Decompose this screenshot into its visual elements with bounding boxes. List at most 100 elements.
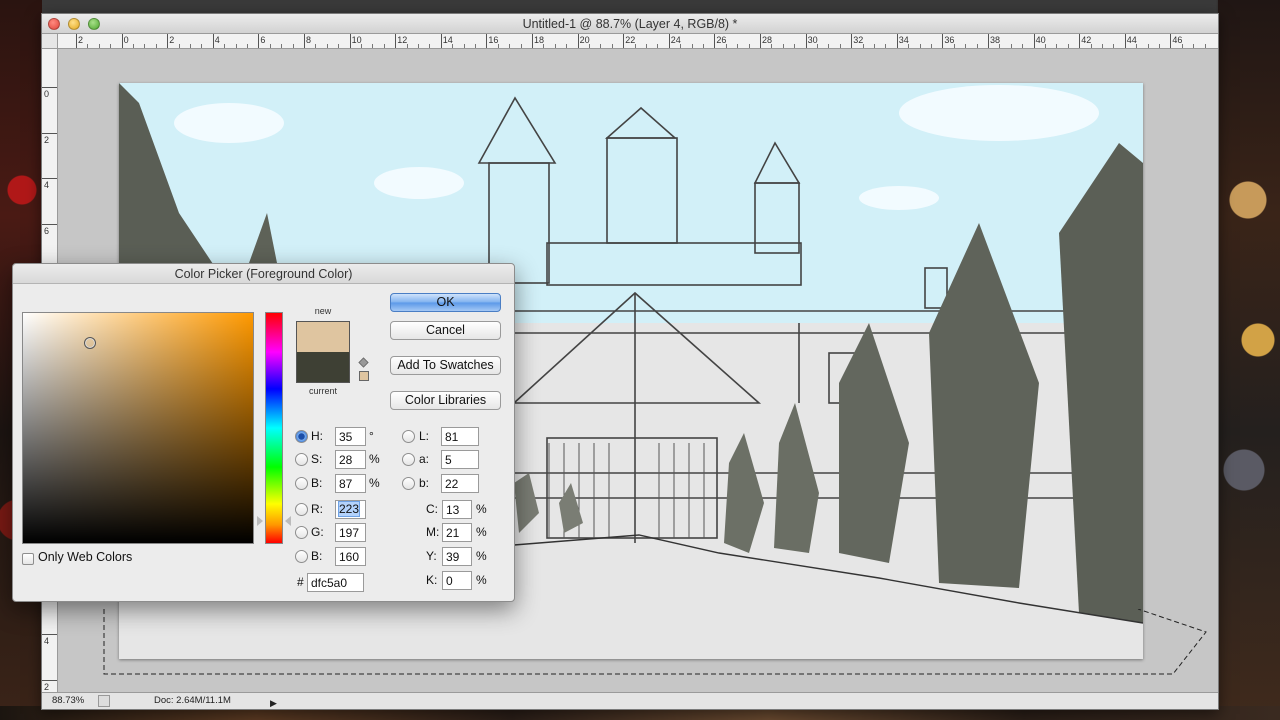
red-input[interactable]: 223 [335, 500, 366, 519]
ruler-tick-mark [395, 34, 397, 48]
red-input-selected-text: 223 [337, 501, 361, 517]
ruler-tick-mark [42, 634, 57, 636]
ruler-tick-label: 2 [44, 134, 50, 145]
ruler-tick-label: 2 [169, 35, 175, 45]
background-artwork-right [1218, 0, 1280, 720]
cancel-button[interactable]: Cancel [390, 321, 501, 340]
dialog-title[interactable]: Color Picker (Foreground Color) [13, 264, 514, 284]
hue-radio[interactable] [295, 430, 308, 443]
ruler-tick-mark [167, 34, 169, 48]
saturation-label: S: [311, 452, 323, 466]
marquee-selection [103, 609, 1207, 675]
status-preview-icon[interactable] [98, 695, 110, 707]
lab-a-radio[interactable] [402, 453, 415, 466]
ruler-tick-mark [304, 34, 305, 48]
cyan-input[interactable] [442, 500, 472, 519]
ruler-tick-mark [42, 178, 57, 180]
current-color-label: current [308, 386, 337, 396]
zoom-level[interactable]: 88.73% [52, 693, 84, 709]
ruler-tick-mark [760, 34, 761, 48]
new-color-swatch [296, 321, 350, 352]
blue-label: B: [311, 549, 323, 563]
lab-l-label: L: [419, 429, 430, 443]
yellow-unit: % [476, 549, 487, 563]
cyan-label: C: [426, 502, 438, 516]
window-titlebar[interactable]: Untitled-1 @ 88.7% (Layer 4, RGB/8) * [42, 14, 1218, 34]
ruler-tick-mark [76, 34, 77, 48]
ruler-tick-mark [258, 34, 260, 48]
web-safe-swatch-icon[interactable] [359, 371, 369, 381]
color-picker-dialog: Color Picker (Foreground Color) new curr… [12, 263, 515, 602]
ruler-tick-label: 4 [214, 35, 220, 45]
lab-l-input[interactable] [441, 427, 479, 446]
zoom-window-button[interactable] [88, 18, 100, 30]
ruler-tick-mark [42, 87, 57, 88]
yellow-input[interactable] [442, 547, 472, 566]
ruler-tick-label: 4 [44, 636, 50, 647]
close-window-button[interactable] [48, 18, 60, 30]
out-of-gamut-cube-icon[interactable] [358, 357, 369, 368]
hue-input[interactable] [335, 427, 366, 446]
color-field-picker-icon[interactable] [84, 337, 96, 349]
add-to-swatches-button[interactable]: Add To Swatches [390, 356, 501, 375]
saturation-radio[interactable] [295, 453, 308, 466]
saturation-input[interactable] [335, 450, 366, 469]
ruler-tick-mark [1170, 34, 1172, 48]
black-unit: % [476, 573, 487, 587]
ruler-tick-mark [121, 34, 123, 48]
blue-radio[interactable] [295, 550, 308, 563]
green-input[interactable] [335, 523, 366, 542]
magenta-unit: % [476, 525, 487, 539]
ruler-tick-mark [486, 34, 488, 48]
only-web-colors-label[interactable]: Only Web Colors [38, 550, 132, 564]
ruler-tick-label: 0 [123, 35, 129, 45]
ruler-tick-mark [212, 34, 214, 48]
cyan-unit: % [476, 502, 487, 516]
color-libraries-button[interactable]: Color Libraries [390, 391, 501, 410]
ruler-tick-label: 6 [44, 225, 50, 236]
ruler-origin[interactable] [42, 34, 58, 49]
lab-a-input[interactable] [441, 450, 479, 469]
minimize-window-button[interactable] [68, 18, 80, 30]
ruler-tick-mark [1124, 34, 1126, 48]
lab-b-input[interactable] [441, 474, 479, 493]
magenta-input[interactable] [442, 523, 472, 542]
blue-input[interactable] [335, 547, 366, 566]
ruler-tick-mark [440, 34, 442, 48]
status-menu-arrow-icon[interactable]: ▶ [270, 695, 277, 711]
lab-l-radio[interactable] [402, 430, 415, 443]
ok-button[interactable]: OK [390, 293, 501, 312]
ruler-tick-label: 0 [44, 89, 50, 99]
brightness-unit: % [369, 476, 380, 490]
hue-slider-left-arrow-icon[interactable] [257, 516, 263, 526]
only-web-colors-checkbox[interactable] [22, 553, 34, 565]
black-input[interactable] [442, 571, 472, 590]
magenta-label: M: [426, 525, 440, 539]
ruler-tick-mark [42, 679, 57, 681]
ruler-tick-mark [1079, 34, 1081, 48]
lab-b-radio[interactable] [402, 477, 415, 490]
ruler-tick-mark [851, 34, 853, 48]
brightness-radio[interactable] [295, 477, 308, 490]
ruler-tick-label: 2 [44, 681, 50, 692]
ruler-tick-label: 6 [260, 35, 266, 45]
brightness-input[interactable] [335, 474, 366, 493]
brightness-label: B: [311, 476, 323, 490]
color-field[interactable] [22, 312, 254, 544]
ruler-tick-label: 4 [44, 180, 50, 191]
red-radio[interactable] [295, 503, 308, 516]
ruler-tick-mark [42, 132, 57, 134]
horizontal-ruler[interactable]: 2 0 2 4 6 8 10 12 14 16 18 20 22 24 26 28 30 32 34 36 38 40 42… [58, 34, 1218, 49]
lab-a-label: a: [419, 452, 430, 466]
hue-slider-right-arrow-icon[interactable] [285, 516, 291, 526]
hue-unit: ° [369, 429, 374, 443]
ruler-tick-mark [532, 34, 533, 48]
current-color-swatch[interactable] [296, 352, 350, 383]
hue-slider[interactable] [265, 312, 283, 544]
saturation-unit: % [369, 452, 380, 466]
black-label: K: [426, 573, 438, 587]
hex-input[interactable] [307, 573, 364, 592]
green-radio[interactable] [295, 526, 308, 539]
ruler-tick-mark [988, 34, 989, 48]
window-title: Untitled-1 @ 88.7% (Layer 4, RGB/8) * [522, 17, 738, 31]
